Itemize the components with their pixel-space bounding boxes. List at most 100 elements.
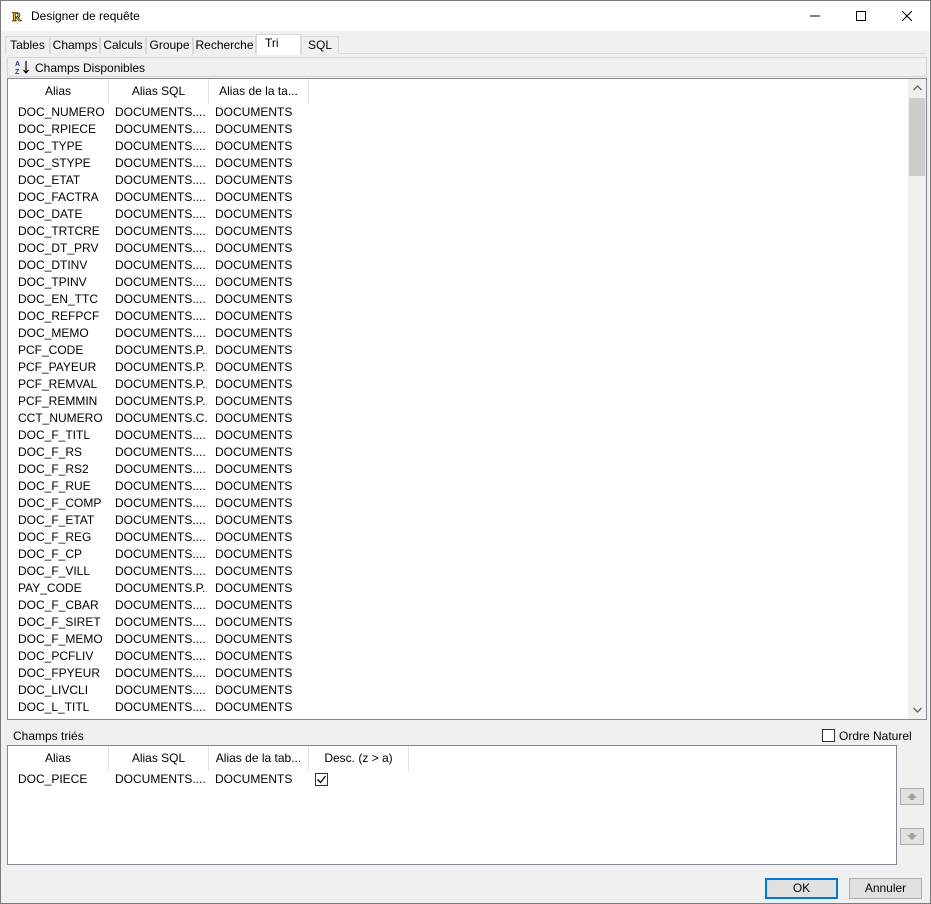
ok-button[interactable]: OK xyxy=(765,878,838,899)
cell-alias-sql: DOCUMENTS.... xyxy=(115,700,206,714)
list-item[interactable]: DOC_F_COMP DOCUMENTS.... DOCUMENTS xyxy=(8,495,906,512)
svg-text:Z: Z xyxy=(15,69,20,75)
scroll-thumb[interactable] xyxy=(909,98,925,176)
list-item[interactable]: DOC_DTINV DOCUMENTS.... DOCUMENTS xyxy=(8,257,906,274)
cell-table-alias: DOCUMENTS xyxy=(215,666,293,680)
close-button[interactable] xyxy=(884,1,930,31)
cell-table-alias: DOCUMENTS xyxy=(215,292,293,306)
list-item[interactable]: DOC_L_TITL DOCUMENTS.... DOCUMENTS xyxy=(8,699,906,716)
app-logo-icon: R xyxy=(11,8,25,24)
column-header-table-alias[interactable]: Alias de la ta... xyxy=(209,79,309,104)
cell-table-alias: DOCUMENTS xyxy=(215,360,293,374)
list-item[interactable]: DOC_F_VILL DOCUMENTS.... DOCUMENTS xyxy=(8,563,906,580)
maximize-button[interactable] xyxy=(838,1,884,31)
list-item[interactable]: DOC_FPYEUR DOCUMENTS.... DOCUMENTS xyxy=(8,665,906,682)
cell-table-alias: DOCUMENTS xyxy=(215,547,293,561)
list-item[interactable]: DOC_REFPCF DOCUMENTS.... DOCUMENTS xyxy=(8,308,906,325)
list-item[interactable]: DOC_TRTCRE DOCUMENTS.... DOCUMENTS xyxy=(8,223,906,240)
cell-table-alias: DOCUMENTS xyxy=(215,462,293,476)
list-item[interactable]: DOC_F_REG DOCUMENTS.... DOCUMENTS xyxy=(8,529,906,546)
list-item[interactable]: DOC_DT_PRV DOCUMENTS.... DOCUMENTS xyxy=(8,240,906,257)
list-item[interactable]: DOC_F_TITL DOCUMENTS.... DOCUMENTS xyxy=(8,427,906,444)
sorted-column-header-alias-sql[interactable]: Alias SQL xyxy=(109,746,209,771)
scroll-up-button[interactable] xyxy=(908,79,926,97)
list-item[interactable]: PCF_PAYEUR DOCUMENTS.P... DOCUMENTS xyxy=(8,359,906,376)
list-item[interactable]: DOC_F_RS2 DOCUMENTS.... DOCUMENTS xyxy=(8,461,906,478)
cancel-button[interactable]: Annuler xyxy=(849,878,922,899)
list-item[interactable]: DOC_F_RUE DOCUMENTS.... DOCUMENTS xyxy=(8,478,906,495)
list-item[interactable]: DOC_PCFLIV DOCUMENTS.... DOCUMENTS xyxy=(8,648,906,665)
list-item[interactable]: DOC_F_ETAT DOCUMENTS.... DOCUMENTS xyxy=(8,512,906,529)
chevron-up-icon xyxy=(912,85,922,91)
arrow-up-icon xyxy=(907,793,917,800)
list-item[interactable]: DOC_F_MEMO DOCUMENTS.... DOCUMENTS xyxy=(8,631,906,648)
scroll-down-button[interactable] xyxy=(908,701,926,719)
list-item[interactable]: DOC_ETAT DOCUMENTS.... DOCUMENTS xyxy=(8,172,906,189)
column-header-alias[interactable]: Alias xyxy=(8,79,109,104)
tab-groupe[interactable]: Groupe xyxy=(146,36,193,54)
list-item[interactable]: DOC_MEMO DOCUMENTS.... DOCUMENTS xyxy=(8,325,906,342)
cell-alias-sql: DOCUMENTS.... xyxy=(115,122,206,136)
list-item[interactable]: PCF_CODE DOCUMENTS.P... DOCUMENTS xyxy=(8,342,906,359)
sorted-column-header-alias[interactable]: Alias xyxy=(8,746,109,771)
maximize-icon xyxy=(856,11,866,21)
tab-strip: Tables Champs Calculs Groupe Recherche T… xyxy=(5,34,926,55)
sorted-column-header-desc[interactable]: Desc. (z > a) xyxy=(309,746,409,771)
available-fields-list[interactable]: Alias Alias SQL Alias de la ta... DOC_NU… xyxy=(7,78,927,720)
checkmark-icon xyxy=(317,775,327,784)
tab-tri[interactable]: Tri xyxy=(256,34,301,55)
list-item[interactable]: DOC_F_RS DOCUMENTS.... DOCUMENTS xyxy=(8,444,906,461)
list-item[interactable]: PCF_REMMIN DOCUMENTS.P... DOCUMENTS xyxy=(8,393,906,410)
cell-table-alias: DOCUMENTS xyxy=(215,275,293,289)
tab-recherche[interactable]: Recherche xyxy=(193,36,256,54)
list-item[interactable]: DOC_F_SIRET DOCUMENTS.... DOCUMENTS xyxy=(8,614,906,631)
list-item[interactable]: DOC_EN_TTC DOCUMENTS.... DOCUMENTS xyxy=(8,291,906,308)
cell-alias: PCF_REMVAL xyxy=(18,377,98,391)
list-item[interactable]: CCT_NUMERO DOCUMENTS.C... DOCUMENTS xyxy=(8,410,906,427)
title-bar[interactable]: R Designer de requête xyxy=(1,1,930,31)
sorted-column-header-table-alias[interactable]: Alias de la tab... xyxy=(209,746,309,771)
natural-order-box[interactable] xyxy=(822,729,835,742)
desc-checkbox[interactable] xyxy=(315,773,328,786)
cell-alias-sql: DOCUMENTS.... xyxy=(115,598,206,612)
cell-alias: DOC_FPYEUR xyxy=(18,666,101,680)
list-item[interactable]: DOC_LIVCLI DOCUMENTS.... DOCUMENTS xyxy=(8,682,906,699)
cell-alias-sql: DOCUMENTS.... xyxy=(115,632,206,646)
move-down-button[interactable] xyxy=(900,828,924,845)
tab-calculs[interactable]: Calculs xyxy=(100,36,146,54)
list-item[interactable]: DOC_FACTRA DOCUMENTS.... DOCUMENTS xyxy=(8,189,906,206)
cell-table-alias: DOCUMENTS xyxy=(215,156,293,170)
tab-sql[interactable]: SQL xyxy=(301,36,339,54)
list-item[interactable]: PAY_CODE DOCUMENTS.P... DOCUMENTS xyxy=(8,580,906,597)
list-item[interactable]: DOC_TYPE DOCUMENTS.... DOCUMENTS xyxy=(8,138,906,155)
tab-champs[interactable]: Champs xyxy=(50,36,100,54)
cell-table-alias: DOCUMENTS xyxy=(215,411,293,425)
sorted-fields-list[interactable]: Alias Alias SQL Alias de la tab... Desc.… xyxy=(7,745,897,865)
cell-alias: DOC_RPIECE xyxy=(18,122,97,136)
list-item[interactable]: DOC_STYPE DOCUMENTS.... DOCUMENTS xyxy=(8,155,906,172)
cell-table-alias: DOCUMENTS xyxy=(215,513,293,527)
cell-table-alias: DOCUMENTS xyxy=(215,496,293,510)
cell-alias: DOC_TRTCRE xyxy=(18,224,100,238)
list-item[interactable]: DOC_DATE DOCUMENTS.... DOCUMENTS xyxy=(8,206,906,223)
vertical-scrollbar[interactable] xyxy=(908,79,926,719)
sort-az-icon[interactable]: A Z xyxy=(14,59,30,75)
list-item[interactable]: DOC_F_CBAR DOCUMENTS.... DOCUMENTS xyxy=(8,597,906,614)
natural-order-label[interactable]: Ordre Naturel xyxy=(839,729,912,743)
list-item[interactable]: DOC_F_CP DOCUMENTS.... DOCUMENTS xyxy=(8,546,906,563)
cell-table-alias: DOCUMENTS xyxy=(215,377,293,391)
sorted-row[interactable]: DOC_PIECE DOCUMENTS.... DOCUMENTS xyxy=(8,771,896,788)
move-up-button[interactable] xyxy=(900,788,924,805)
tab-tables[interactable]: Tables xyxy=(5,36,50,54)
cell-alias: DOC_F_RUE xyxy=(18,479,91,493)
list-item[interactable]: DOC_RPIECE DOCUMENTS.... DOCUMENTS xyxy=(8,121,906,138)
list-item[interactable]: PCF_REMVAL DOCUMENTS.P... DOCUMENTS xyxy=(8,376,906,393)
cell-alias-sql: DOCUMENTS.P... xyxy=(115,343,207,357)
column-header-alias-sql[interactable]: Alias SQL xyxy=(109,79,209,104)
minimize-button[interactable] xyxy=(792,1,838,31)
list-item[interactable]: DOC_TPINV DOCUMENTS.... DOCUMENTS xyxy=(8,274,906,291)
cell-table-alias: DOCUMENTS xyxy=(215,241,293,255)
minimize-icon xyxy=(810,15,820,17)
cell-alias: DOC_NUMERO xyxy=(18,105,105,119)
list-item[interactable]: DOC_NUMERO DOCUMENTS.... DOCUMENTS xyxy=(8,104,906,121)
